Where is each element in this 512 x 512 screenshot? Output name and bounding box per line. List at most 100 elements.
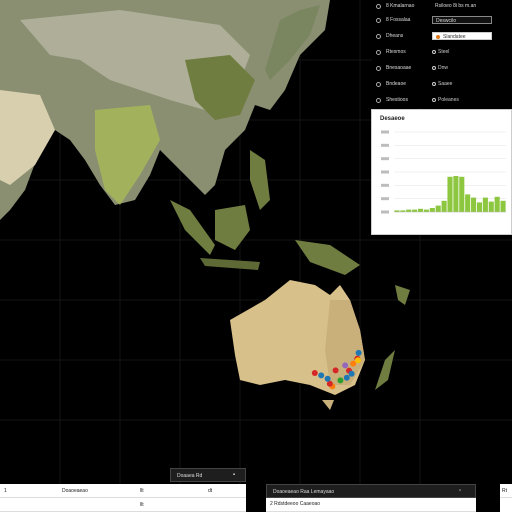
layer-label: Dheans [386, 33, 404, 39]
histogram-chart [381, 130, 506, 214]
radio-icon [432, 97, 436, 102]
layer-select-value: Slandatee [443, 34, 466, 40]
table-row[interactable]: 2 Rdstdeeoo Caaeoao [266, 498, 476, 512]
layer-row[interactable]: Shestioos Poleanes [376, 96, 508, 106]
radio-icon[interactable] [376, 82, 381, 87]
layer-option-label: Poleanes [438, 97, 459, 103]
layer-label: Bndeaoe [386, 81, 407, 87]
cluster-point[interactable] [342, 362, 349, 369]
close-icon[interactable]: ▪ [231, 472, 237, 478]
histogram-bar[interactable] [488, 201, 494, 212]
histogram-bar[interactable] [412, 209, 418, 212]
close-icon[interactable]: ▫ [457, 488, 463, 494]
color-swatch-icon [436, 34, 440, 39]
y-tick-label [381, 210, 389, 214]
table-row[interactable]: llt [0, 498, 246, 512]
radio-icon[interactable] [376, 98, 381, 103]
cluster-point[interactable] [348, 370, 355, 377]
cluster-point[interactable] [343, 374, 350, 381]
cluster-point[interactable] [332, 367, 339, 374]
cluster-point[interactable] [311, 370, 318, 377]
layer-label: Rtesmos [386, 49, 406, 55]
cluster-point[interactable] [355, 357, 361, 364]
table-cell: 2 Rdstdeeoo Caaeoao [270, 501, 321, 507]
histogram-bar[interactable] [417, 208, 424, 212]
y-tick-label [381, 130, 389, 134]
layer-label: 8 Fossalaa [386, 17, 411, 23]
histogram-bar[interactable] [435, 205, 441, 212]
histogram-bar[interactable] [471, 197, 477, 212]
radio-icon [432, 49, 436, 54]
histogram-bar[interactable] [423, 209, 429, 212]
histogram-bar[interactable] [476, 202, 483, 212]
histogram-bar[interactable] [453, 176, 459, 212]
landmass-new-guinea [295, 240, 360, 275]
y-tick-label [381, 170, 389, 174]
table-row[interactable]: Rt [500, 484, 512, 498]
radio-icon[interactable] [376, 4, 381, 9]
layer-option-label: Steel [438, 49, 450, 55]
layer-option-label: Dnw [438, 65, 449, 71]
layer-row[interactable]: Bndeaoe Saaee [376, 80, 508, 90]
y-tick-label [381, 157, 389, 161]
layer-select[interactable]: Slandatee [432, 32, 492, 40]
layer-label: 8 Kmalarnao [386, 3, 415, 9]
landmass-tasmania [322, 400, 334, 410]
y-tick-label [381, 143, 389, 147]
layer-option[interactable]: Steel [432, 49, 449, 55]
layer-panel: 8 Kmalarnao Rsiloeo 8i bs m.an 8 Fossala… [372, 0, 512, 108]
cluster-point[interactable] [318, 372, 325, 379]
summary-table: Rt [500, 484, 512, 512]
details-table-title: Doaoeaeao Raa Lemayaao [273, 489, 335, 495]
details-table-header: Doaoeaeao Raa Lemayaao ▫ [266, 484, 476, 498]
cluster-point[interactable] [324, 375, 331, 382]
cluster-point[interactable] [337, 377, 344, 384]
histogram-bar[interactable] [465, 194, 471, 212]
layer-row[interactable]: Bnesaoaae Dnw [376, 64, 508, 74]
histogram-bar[interactable] [406, 209, 412, 212]
landmass-philippines [250, 150, 270, 210]
landmass-sumatra [170, 200, 215, 255]
details-table: Doaoeaeao Raa Lemayaao ▫ 2 Rdstdeeoo Caa… [266, 484, 476, 512]
layer-row[interactable]: Rtesmos Steel [376, 48, 508, 58]
histogram-bar[interactable] [482, 197, 488, 212]
chart-title: Desaeoe [380, 116, 405, 122]
table-cell: llt [140, 488, 144, 494]
layer-row[interactable]: Dheans Slandatee [376, 32, 508, 42]
y-tick-label [381, 197, 389, 201]
layer-option[interactable]: Poleanes [432, 97, 459, 103]
table-cell: 1 [4, 488, 7, 494]
layer-label: Shestioos [386, 97, 408, 103]
table-cell: dt [208, 488, 213, 494]
layer-option[interactable]: Saaee [432, 81, 452, 87]
records-table: Doaaea Rd ▪ 1 Doaoeaeao llt dt llt [0, 468, 246, 512]
histogram-panel: Desaeoe [371, 109, 512, 235]
histogram-bar[interactable] [441, 200, 447, 212]
histogram-bar[interactable] [447, 176, 453, 212]
landmass-java [200, 258, 260, 270]
layer-option[interactable]: Dnw [432, 65, 448, 71]
layer-select[interactable]: Deswcilo [432, 16, 492, 24]
layer-option-label: Saaee [438, 81, 453, 87]
layer-value: Rsiloeo 8i bs m.an [435, 3, 477, 9]
radio-icon[interactable] [376, 66, 381, 71]
histogram-bar[interactable] [500, 200, 506, 212]
layer-row[interactable]: 8 Fossalaa Deswcilo [376, 16, 508, 26]
histogram-bar[interactable] [429, 208, 435, 212]
radio-icon[interactable] [376, 18, 381, 23]
histogram-bar[interactable] [494, 196, 500, 212]
table-cell: Rt [502, 488, 507, 494]
layer-row[interactable]: 8 Kmalarnao Rsiloeo 8i bs m.an [376, 2, 508, 12]
cluster-point[interactable] [355, 349, 362, 356]
radio-icon [432, 81, 436, 86]
records-table-header: Doaaea Rd ▪ [170, 468, 246, 482]
y-tick-label [381, 183, 389, 187]
radio-icon [432, 65, 436, 70]
radio-icon[interactable] [376, 50, 381, 55]
radio-icon[interactable] [376, 34, 381, 39]
records-table-title: Doaaea Rd [177, 473, 203, 479]
table-cell: llt [140, 502, 144, 508]
histogram-bar[interactable] [459, 176, 465, 212]
landmass-new-zealand [375, 285, 410, 390]
table-row[interactable]: 1 Doaoeaeao llt dt [0, 484, 246, 498]
